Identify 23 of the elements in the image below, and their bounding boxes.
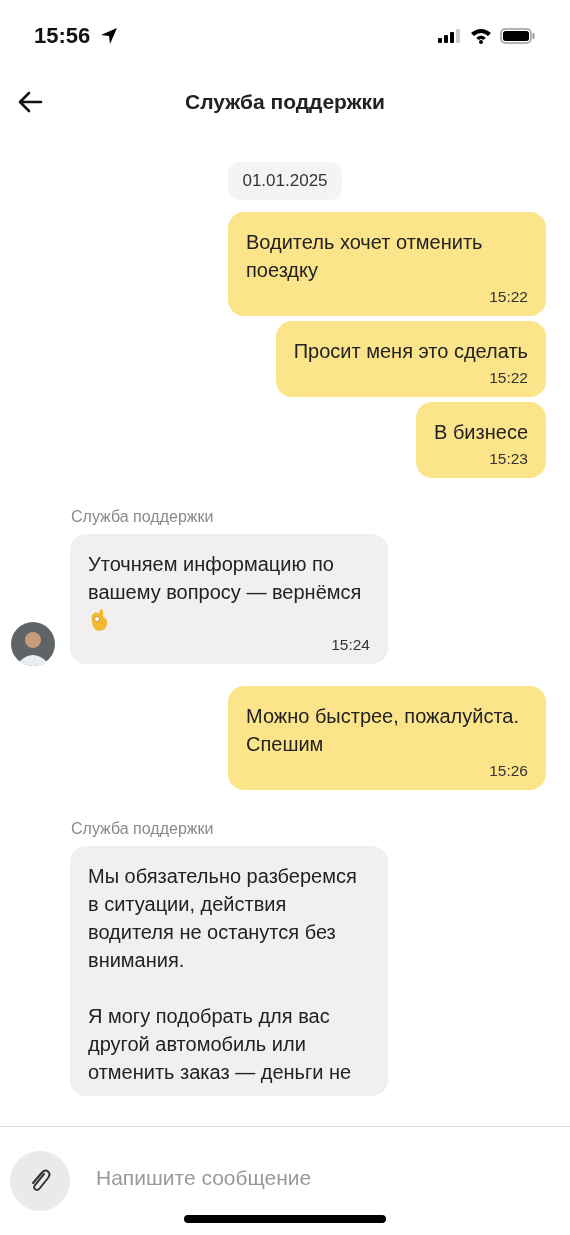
message-text: Можно быстрее, пожалуйста. Спешим [246,703,521,757]
message-input[interactable]: Напишите сообщение [94,1165,560,1192]
message-time: 15:22 [489,368,528,387]
location-arrow-icon [100,26,119,45]
signal-icon [438,28,462,43]
message-text: Я могу подобрать для вас другой автомобиль или отменить заказ — деньги не [88,1003,353,1085]
wifi-icon [470,27,492,44]
message-text: Мы обязательно разберемся в ситуации, действия водителя не останутся без внимания. [88,863,358,973]
message-time: 15:26 [489,761,528,780]
message-text: В бизнесе [434,419,528,445]
chat-title: Служба поддержки [185,89,385,114]
status-time: 15:56 [34,22,91,49]
message-time: 15:22 [489,287,528,306]
sender-name: Служба поддержки [71,507,215,526]
battery-icon [500,27,536,44]
message-text: Просит меня это сделать [293,338,528,364]
date-chip: 01.01.2025 [228,161,342,200]
message-text: Водитель хочет отменить поездку [246,229,484,283]
message-time: 15:24 [331,635,370,654]
message-time: 15:23 [489,449,528,468]
sender-name: Служба поддержки [71,819,215,838]
back-arrow-icon[interactable] [17,90,43,113]
message-text: Уточняем информацию по вашему вопросу — вернёмся [88,551,363,605]
